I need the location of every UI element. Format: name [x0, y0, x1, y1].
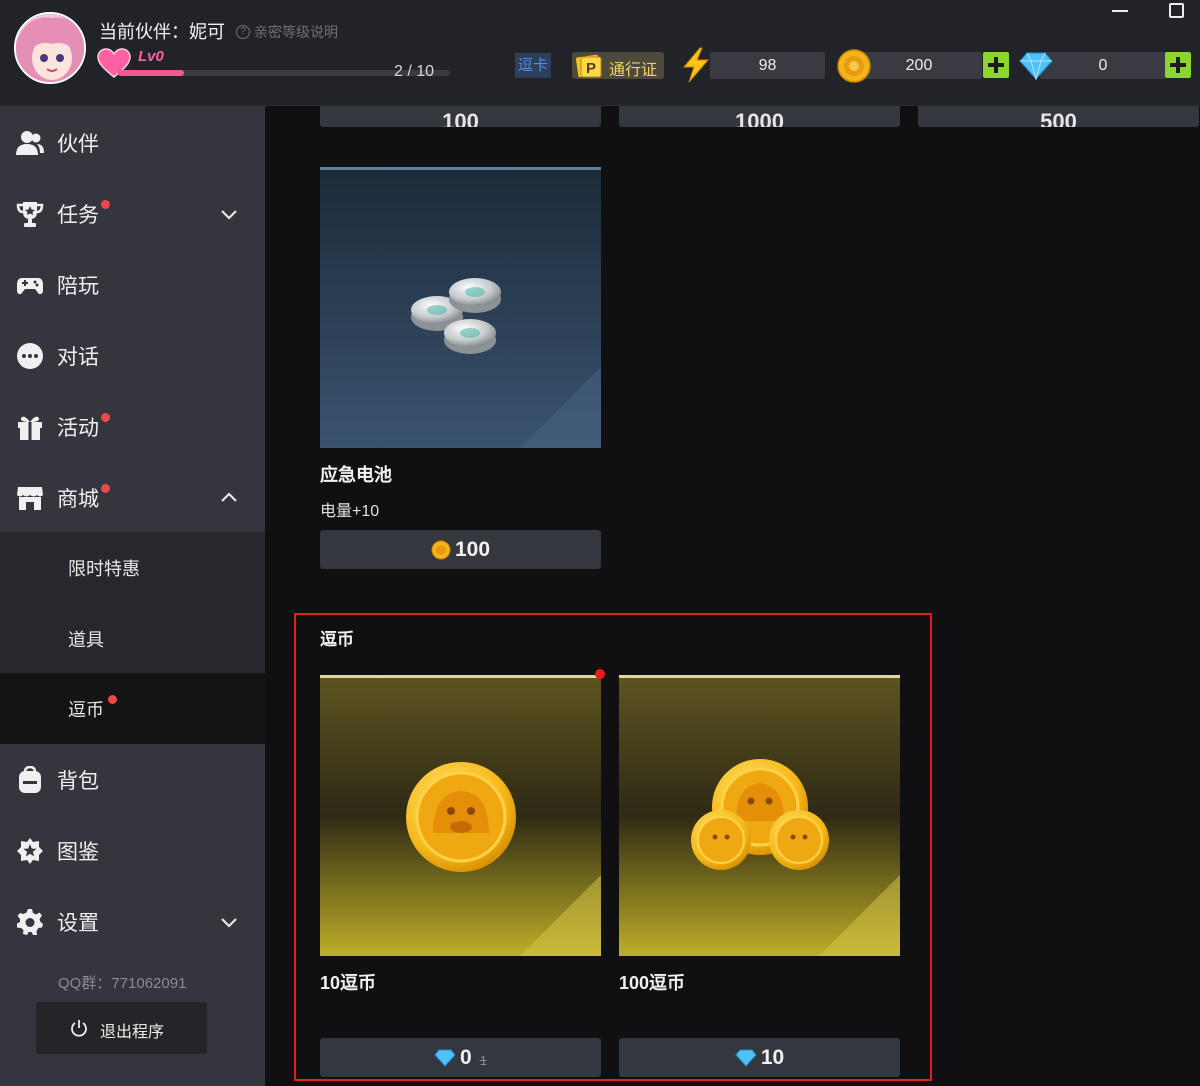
- sidebar-item-label: 图鉴: [57, 840, 99, 864]
- price-text: 100: [454, 537, 491, 561]
- sidebar-item-tasks[interactable]: 任务: [0, 178, 265, 249]
- level-label: Lv0: [138, 48, 164, 65]
- power-icon: [71, 1020, 87, 1037]
- chevron-up-icon: [221, 491, 237, 502]
- question-icon: ?: [236, 25, 250, 39]
- intimacy-progress-text: 2 / 10: [394, 63, 435, 80]
- submenu-item-props[interactable]: 道具: [0, 603, 265, 674]
- sidebar-item-chat[interactable]: 对话: [0, 320, 265, 391]
- sidebar-item-label: 商城: [57, 487, 99, 511]
- exit-label: 退出程序: [100, 1024, 165, 1041]
- partner-avatar[interactable]: [14, 12, 86, 84]
- qq-group-text: QQ群：771062091: [58, 975, 187, 992]
- product-title: 100逗币: [619, 973, 686, 993]
- add-coin-button[interactable]: [983, 52, 1009, 78]
- buy-100-coins-button[interactable]: 10: [619, 1038, 900, 1077]
- user-group-icon: [16, 130, 44, 155]
- diamond-value: 0: [1040, 52, 1166, 79]
- submenu-item-label: 逗币: [68, 699, 104, 720]
- pass-button[interactable]: P 通行证: [572, 52, 664, 79]
- intimacy-progress-fill: [118, 70, 185, 76]
- star-badge-icon: [17, 837, 43, 864]
- pass-ticket-icon: P: [575, 54, 602, 78]
- price-text: 100: [442, 109, 479, 127]
- gift-icon: [18, 416, 42, 440]
- sidebar: 伙伴 任务 陪玩 对话 活动 商城 限时特惠 道具 逗币 背包 图鉴 设置 QQ…: [0, 106, 265, 1086]
- sidebar-item-label: 伙伴: [57, 132, 99, 156]
- sidebar-item-partner[interactable]: 伙伴: [0, 107, 265, 178]
- submenu-item-coins[interactable]: 逗币: [0, 673, 265, 744]
- price-button-partial[interactable]: 1000: [619, 106, 900, 127]
- chat-icon: [17, 342, 43, 369]
- energy-value: 98: [710, 52, 825, 79]
- gear-icon: [17, 908, 43, 935]
- price-button-partial[interactable]: 100: [320, 106, 601, 127]
- sidebar-item-label: 对话: [57, 345, 99, 369]
- price-text: 500: [1040, 109, 1077, 127]
- gamepad-icon: [17, 277, 43, 294]
- sidebar-item-label: 陪玩: [57, 274, 99, 298]
- coin-value: 200: [856, 52, 982, 79]
- notification-dot: [101, 484, 110, 493]
- coins-10-product-image[interactable]: [320, 675, 601, 956]
- intimacy-help-label: 亲密等级说明: [254, 24, 338, 40]
- sidebar-item-store[interactable]: 商城: [0, 462, 265, 533]
- sidebar-item-label: 活动: [57, 416, 99, 440]
- sidebar-item-label: 任务: [57, 203, 99, 227]
- product-title: 应急电池: [320, 465, 392, 485]
- price-text: 1000: [735, 109, 784, 127]
- sidebar-item-collection[interactable]: 图鉴: [0, 815, 265, 886]
- minimize-button[interactable]: [1112, 10, 1128, 12]
- sidebar-item-settings[interactable]: 设置: [0, 886, 265, 957]
- notification-dot: [101, 200, 110, 209]
- doucard-button[interactable]: 逗卡: [515, 53, 552, 78]
- sidebar-item-companion-play[interactable]: 陪玩: [0, 249, 265, 320]
- lightning-icon: [682, 47, 710, 83]
- buy-battery-button[interactable]: 100: [320, 530, 601, 569]
- coin-icon: [837, 49, 871, 83]
- sidebar-item-events[interactable]: 活动: [0, 391, 265, 462]
- product-title: 10逗币: [320, 973, 377, 993]
- original-price-text: 1: [479, 1053, 487, 1068]
- exit-button[interactable]: 退出程序: [36, 1002, 207, 1054]
- chevron-down-icon: [221, 209, 237, 220]
- current-partner-label: 当前伙伴：妮可: [99, 22, 225, 42]
- submenu-item-limited-offers[interactable]: 限时特惠: [0, 532, 265, 603]
- backpack-icon: [19, 765, 41, 793]
- sidebar-item-backpack[interactable]: 背包: [0, 744, 265, 815]
- pass-label: 通行证: [609, 62, 658, 79]
- notification-dot: [595, 669, 605, 679]
- diamond-icon: [735, 1049, 757, 1067]
- section-title: 逗币: [320, 630, 354, 649]
- intimacy-help-link[interactable]: ? 亲密等级说明: [236, 22, 338, 42]
- submenu-item-label: 限时特惠: [68, 558, 140, 579]
- sidebar-item-label: 背包: [57, 769, 99, 793]
- diamond-icon: [434, 1049, 456, 1067]
- price-button-partial[interactable]: 500: [918, 106, 1199, 127]
- price-text: 10: [760, 1045, 785, 1069]
- sidebar-item-label: 设置: [57, 911, 99, 935]
- diamond-icon: [1019, 52, 1053, 80]
- store-submenu: 限时特惠 道具 逗币: [0, 532, 265, 744]
- top-bar: 当前伙伴：妮可 ? 亲密等级说明 Lv0 2 / 10 逗卡 P 通行证 98 …: [0, 0, 1200, 106]
- battery-product-image[interactable]: [320, 167, 601, 448]
- notification-dot: [101, 413, 110, 422]
- notification-dot: [108, 695, 117, 704]
- product-description: 电量+10: [320, 503, 380, 520]
- shop-main-area: 100 1000 500 应急电池 电量+10 100 逗币 10逗币 0 1 …: [265, 106, 1200, 1086]
- price-text: 0: [460, 1045, 472, 1069]
- add-diamond-button[interactable]: [1165, 52, 1191, 78]
- svg-text:P: P: [586, 60, 596, 77]
- trophy-icon: [16, 201, 44, 227]
- store-icon: [17, 486, 43, 510]
- coins-100-product-image[interactable]: [619, 675, 900, 956]
- submenu-item-label: 道具: [68, 629, 104, 650]
- chevron-down-icon: [221, 917, 237, 928]
- buy-10-coins-button[interactable]: 0 1: [320, 1038, 601, 1077]
- coin-icon: [431, 540, 451, 559]
- maximize-button[interactable]: [1169, 3, 1184, 18]
